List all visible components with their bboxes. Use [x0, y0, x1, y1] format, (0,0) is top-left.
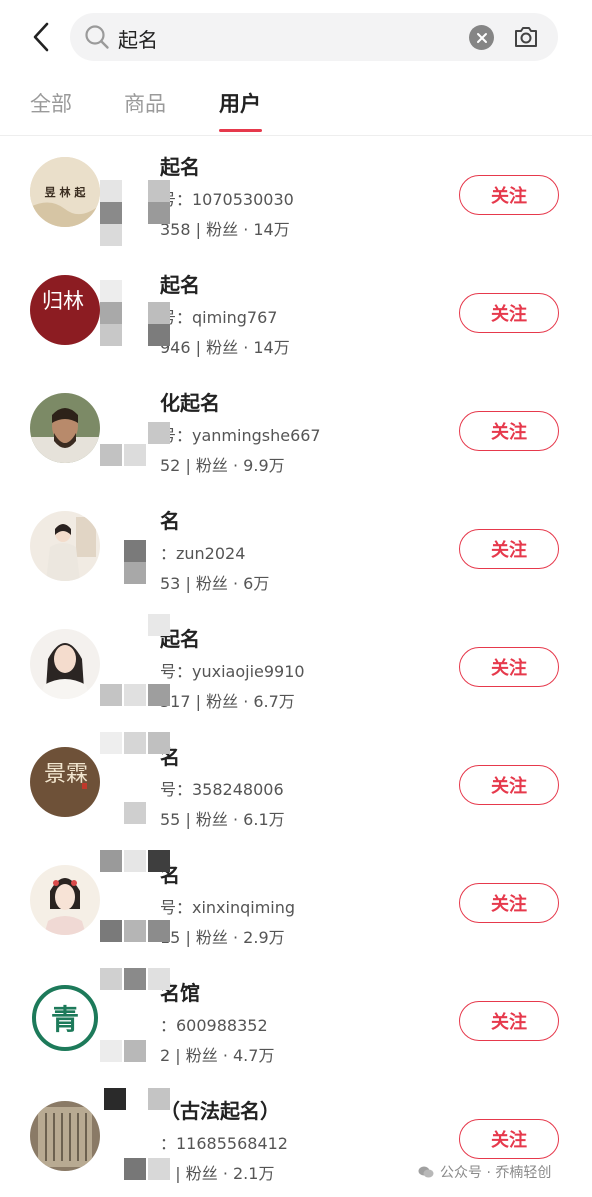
avatar-image	[30, 629, 100, 699]
search-tabs: 全部 商品 用户	[0, 80, 592, 136]
user-stats: 7 | 粉丝 · 2.1万	[160, 1164, 275, 1183]
user-name: （古法起名）	[160, 1099, 280, 1123]
avatar-image: 青	[30, 983, 100, 1053]
avatar-image	[30, 393, 100, 463]
user-account-id: 号：358248006	[160, 780, 284, 799]
user-account-id: ：zun2024	[160, 544, 246, 563]
user-stats: 946 | 粉丝 · 14万	[160, 338, 290, 357]
avatar[interactable]	[30, 865, 100, 935]
watermark-text: 公众号 · 乔楠轻创	[440, 1165, 552, 1181]
user-stats: 52 | 粉丝 · 9.9万	[160, 456, 285, 475]
follow-button[interactable]: 关注	[459, 647, 559, 687]
avatar-image: 景霖	[30, 747, 100, 817]
clear-search-button[interactable]	[469, 25, 494, 50]
avatar-image: 归林	[30, 275, 100, 345]
user-account-id: 号：xinxinqiming	[160, 898, 296, 917]
avatar-image	[30, 865, 100, 935]
avatar-image	[30, 1101, 100, 1171]
follow-button[interactable]: 关注	[459, 411, 559, 451]
follow-button[interactable]: 关注	[459, 293, 559, 333]
svg-text:景霖: 景霖	[44, 762, 88, 787]
user-stats: 2 | 粉丝 · 4.7万	[160, 1046, 275, 1065]
user-stats: 358 | 粉丝 · 14万	[160, 220, 290, 239]
avatar[interactable]: 归林	[30, 275, 100, 345]
user-stats: 15 | 粉丝 · 2.9万	[160, 928, 285, 947]
active-tab-indicator	[219, 129, 262, 132]
tab-users[interactable]: 用户	[219, 88, 261, 118]
avatar[interactable]	[30, 393, 100, 463]
avatar[interactable]: 昱 林 起	[30, 157, 100, 227]
user-row[interactable]: 青 名馆 ：600988352 2 | 粉丝 · 4.7万 关注	[0, 963, 592, 1081]
user-row[interactable]: 名 ：zun2024 53 | 粉丝 · 6万 关注	[0, 491, 592, 609]
search-bar[interactable]: 起名	[70, 13, 558, 61]
search-input[interactable]: 起名	[118, 24, 158, 53]
avatar[interactable]: 青	[30, 983, 100, 1053]
follow-button[interactable]: 关注	[459, 175, 559, 215]
avatar[interactable]	[30, 1101, 100, 1171]
search-icon	[85, 25, 109, 49]
follow-button[interactable]: 关注	[459, 1001, 559, 1041]
avatar[interactable]: 景霖	[30, 747, 100, 817]
user-row[interactable]: 归林 起名 号：qiming767 946 | 粉丝 · 14万 关注	[0, 255, 592, 373]
avatar-image: 昱 林 起	[30, 157, 100, 227]
watermark: 公众号 · 乔楠轻创	[418, 1162, 551, 1182]
svg-text:归林: 归林	[42, 289, 84, 313]
tab-all[interactable]: 全部	[30, 88, 72, 118]
privacy-mosaic	[100, 150, 170, 1190]
avatar[interactable]	[30, 511, 100, 581]
user-account-id: 号：yuxiaojie9910	[160, 662, 305, 681]
follow-button[interactable]: 关注	[459, 765, 559, 805]
follow-button[interactable]: 关注	[459, 883, 559, 923]
user-account-id: 号：yanmingshe667	[160, 426, 321, 445]
user-row[interactable]: 化起名 号：yanmingshe667 52 | 粉丝 · 9.9万 关注	[0, 373, 592, 491]
user-row[interactable]: 景霖 名 号：358248006 55 | 粉丝 · 6.1万 关注	[0, 727, 592, 845]
tab-products[interactable]: 商品	[124, 88, 166, 118]
top-bar: 起名	[0, 0, 592, 76]
user-account-id: ：600988352	[160, 1016, 268, 1035]
user-row[interactable]: 昱 林 起 起名 号：1070530030 358 | 粉丝 · 14万 关注	[0, 137, 592, 255]
svg-text:青: 青	[51, 1003, 79, 1036]
user-account-id: 号：1070530030	[160, 190, 294, 209]
back-button[interactable]	[24, 20, 58, 54]
follow-button[interactable]: 关注	[459, 529, 559, 569]
avatar[interactable]	[30, 629, 100, 699]
user-account-id: 号：qiming767	[160, 308, 278, 327]
user-row[interactable]: 名 号：xinxinqiming 15 | 粉丝 · 2.9万 关注	[0, 845, 592, 963]
user-account-id: ：11685568412	[160, 1134, 288, 1153]
user-stats: 517 | 粉丝 · 6.7万	[160, 692, 295, 711]
close-icon	[476, 32, 487, 43]
user-row[interactable]: 起名 号：yuxiaojie9910 517 | 粉丝 · 6.7万 关注	[0, 609, 592, 727]
svg-text:昱 林 起: 昱 林 起	[45, 185, 87, 199]
user-stats: 55 | 粉丝 · 6.1万	[160, 810, 285, 829]
back-arrow-icon	[33, 22, 49, 52]
camera-search-icon[interactable]	[512, 24, 540, 50]
user-stats: 53 | 粉丝 · 6万	[160, 574, 270, 593]
follow-button[interactable]: 关注	[459, 1119, 559, 1159]
wechat-icon	[418, 1166, 434, 1178]
avatar-image	[30, 511, 100, 581]
